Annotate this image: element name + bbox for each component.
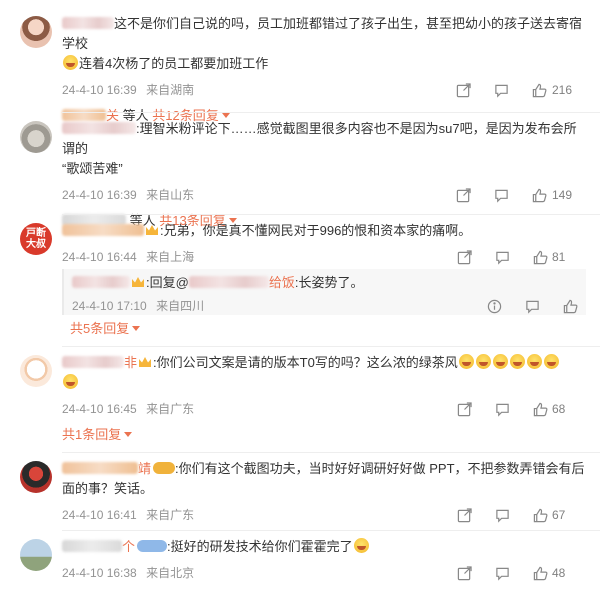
comment-time: 24-4-10 16:45 [62, 402, 137, 416]
info-icon[interactable] [486, 298, 502, 314]
avatar-text: 戸断 大叔 [26, 228, 46, 250]
emoji-icon [526, 354, 542, 369]
comment-icon[interactable] [494, 401, 510, 417]
emoji-icon [63, 55, 78, 70]
emoji-icon [475, 354, 491, 369]
comment-item: 靖:你们有这个截图功夫，当时好好调研好好做 PPT，不把参数弄错会有后 面的事？… [0, 453, 600, 529]
comment-item: 个:挺好的研发技术给你们霍霍完了 24-4-10 16:38 来自北京 48 [0, 531, 600, 589]
avatar[interactable] [20, 16, 52, 48]
mention-link[interactable]: 给饭 [269, 275, 295, 290]
thumbs-up-icon[interactable] [532, 249, 548, 265]
comment-item: 戸断 大叔 :兄弟，你是真不懂网民对于996的恨和资本家的痛啊。 24-4-10… [0, 215, 600, 345]
emoji-icon [509, 354, 525, 369]
username-blurred[interactable] [62, 540, 122, 552]
comment-location: 来自湖南 [146, 83, 195, 97]
like-count: 48 [552, 566, 566, 580]
like-count: 81 [552, 250, 566, 264]
thumbs-up-icon[interactable] [532, 565, 548, 581]
comment-location: 来自北京 [146, 566, 195, 580]
username-blurred[interactable] [72, 276, 130, 288]
comment-icon[interactable] [494, 249, 510, 265]
share-icon[interactable] [456, 187, 472, 203]
like-count: 149 [551, 188, 572, 202]
emoji-icon [492, 354, 508, 369]
username-tail[interactable]: 个 [122, 539, 135, 554]
comment-icon[interactable] [494, 565, 510, 581]
username-blurred[interactable] [62, 462, 138, 474]
comment-time: 24-4-10 16:39 [62, 188, 137, 202]
thumbs-up-icon[interactable] [532, 187, 548, 203]
comment-text: 靖:你们有这个截图功夫，当时好好调研好好做 PPT，不把参数弄错会有后 面的事？… [62, 461, 585, 496]
comment-location: 来自广东 [146, 402, 195, 416]
comment-item: 这不是你们自己说的吗，员工加班都错过了孩子出生，甚至把幼小的孩子送去寄宿学校 连… [0, 8, 600, 123]
emoji-icon [543, 354, 559, 369]
comment-time: 24-4-10 16:38 [62, 566, 137, 580]
comment-icon[interactable] [494, 187, 510, 203]
sub-reply-text: :回复@ 给饭:长姿势了。 [72, 273, 578, 293]
fan-badge-icon [153, 462, 176, 474]
reply-count-link[interactable]: 共5条回复 [70, 321, 129, 336]
comment-text: 个:挺好的研发技术给你们霍霍完了 [62, 537, 586, 557]
thumbs-up-icon[interactable] [562, 298, 578, 314]
sub-reply: :回复@ 给饭:长姿势了。 24-4-10 17:10 来自四川 [62, 269, 586, 315]
comment-item: 非:你们公司文案是请的版本T0写的吗？这么浓的绿茶风 24-4-10 16:45… [0, 347, 600, 447]
thumbs-up-icon[interactable] [532, 82, 548, 98]
emoji-icon [63, 374, 78, 389]
comment-icon[interactable] [524, 298, 540, 314]
username-tail[interactable]: 靖 [138, 461, 151, 476]
reply-count-link[interactable]: 共1条回复 [62, 427, 121, 442]
username-blurred[interactable] [62, 122, 136, 134]
share-icon[interactable] [456, 565, 472, 581]
comment-text: :兄弟，你是真不懂网民对于996的恨和资本家的痛啊。 [62, 221, 586, 241]
comment-time: 24-4-10 16:39 [62, 83, 137, 97]
comment-time: 24-4-10 16:44 [62, 250, 137, 264]
share-icon[interactable] [456, 401, 472, 417]
emoji-icon [353, 538, 369, 553]
comment-location: 来自山东 [146, 188, 195, 202]
reply-summary[interactable]: 共1条回复 [62, 425, 586, 445]
like-count: 67 [552, 508, 566, 522]
share-icon[interactable] [456, 82, 472, 98]
thumbs-up-icon[interactable] [532, 401, 548, 417]
comment-time: 24-4-10 16:41 [62, 508, 137, 522]
comment-icon[interactable] [494, 82, 510, 98]
username-blurred[interactable] [62, 356, 124, 368]
comment-location: 来自广东 [146, 508, 195, 522]
comment-text: :理智米粉评论下……感觉截图里很多内容也不是因为su7吧，是因为发布会所谓的 “… [62, 121, 577, 176]
mention-blurred[interactable] [188, 276, 269, 288]
username-blurred[interactable] [62, 17, 114, 29]
username-tail[interactable]: 非 [124, 355, 137, 370]
crown-icon [146, 225, 158, 235]
crown-icon [139, 357, 152, 367]
comment-icon[interactable] [494, 507, 510, 523]
chevron-down-icon [124, 432, 133, 437]
username-blurred[interactable] [62, 224, 144, 236]
chevron-down-icon [132, 326, 141, 331]
share-icon[interactable] [456, 507, 472, 523]
avatar[interactable] [20, 121, 52, 153]
like-count: 216 [551, 83, 572, 97]
avatar[interactable] [20, 461, 52, 493]
comment-location: 来自上海 [146, 250, 195, 264]
thumbs-up-icon[interactable] [532, 507, 548, 523]
fan-badge-icon [137, 540, 168, 552]
like-count: 68 [552, 402, 566, 416]
avatar[interactable]: 戸断 大叔 [20, 223, 52, 255]
sub-reply-location: 来自四川 [156, 299, 205, 313]
comment-text: 非:你们公司文案是请的版本T0写的吗？这么浓的绿茶风 [62, 353, 586, 393]
reply-summary[interactable]: 共5条回复 [70, 319, 141, 339]
comment-item: :理智米粉评论下……感觉截图里很多内容也不是因为su7吧，是因为发布会所谓的 “… [0, 113, 600, 228]
crown-icon [132, 277, 144, 287]
sub-reply-time: 24-4-10 17:10 [72, 299, 147, 313]
emoji-icon [458, 354, 474, 369]
avatar[interactable] [20, 355, 52, 387]
share-icon[interactable] [456, 249, 472, 265]
avatar[interactable] [20, 539, 52, 571]
comment-text: 这不是你们自己说的吗，员工加班都错过了孩子出生，甚至把幼小的孩子送去寄宿学校 连… [62, 16, 583, 71]
